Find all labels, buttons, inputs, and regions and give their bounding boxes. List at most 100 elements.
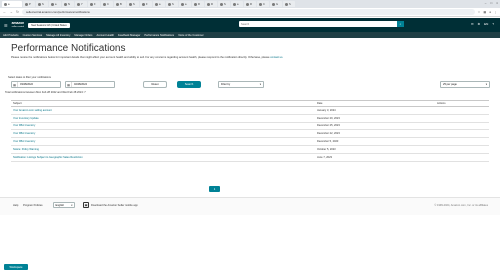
tab-favicon-icon: [194, 2, 197, 6]
workspace-button[interactable]: Workspace: [4, 264, 28, 270]
forward-icon[interactable]: →: [10, 10, 14, 14]
nav-performance-notifications[interactable]: Performance Notifications: [144, 34, 174, 37]
reset-button[interactable]: Reset: [143, 81, 167, 88]
reload-icon[interactable]: ↻: [16, 10, 19, 14]
tab-favicon-icon: [116, 2, 119, 6]
tab-label: R: [198, 2, 200, 6]
mobile-app-icon[interactable]: ▣: [83, 202, 89, 208]
tab-favicon-icon: [233, 2, 236, 6]
chevron-down-icon: ▾: [71, 203, 73, 207]
column-header-actions: Actions: [437, 102, 446, 105]
maximize-icon[interactable]: □: [490, 1, 492, 5]
address-bar[interactable]: sellercentral.amazon.com/performance/not…: [21, 9, 475, 15]
program-policies-link[interactable]: Program Policies: [23, 204, 43, 207]
search-input[interactable]: [239, 21, 397, 27]
minimize-icon[interactable]: –: [485, 1, 487, 5]
menu-icon[interactable]: ⋮: [494, 10, 497, 14]
tab-label: R: [211, 2, 213, 6]
notification-subject-link[interactable]: Notification: Listings Subject to Geogra…: [11, 156, 317, 159]
search-button[interactable]: Search: [177, 81, 201, 88]
browser-tab[interactable]: R: [244, 1, 256, 7]
notification-subject-link[interactable]: Notice: Policy Warning: [11, 148, 317, 151]
chevron-down-icon: ▾: [485, 83, 487, 86]
browser-tab[interactable]: F: [88, 1, 100, 7]
browser-tab[interactable]: a: [231, 1, 243, 7]
browser-tab[interactable]: B: [114, 1, 126, 7]
tab-favicon-icon: [168, 2, 171, 6]
nav-feedback-manager[interactable]: Feedback Manager: [118, 34, 140, 37]
nav-add-products[interactable]: Add Products: [3, 34, 19, 37]
browser-tab[interactable]: Y: [75, 1, 87, 7]
browser-tab[interactable]: N: [62, 1, 74, 7]
settings-icon[interactable]: ⚙: [477, 22, 480, 26]
browser-tab[interactable]: C: [257, 1, 269, 7]
profile-icon[interactable]: ●: [489, 10, 491, 14]
total-notifications-text: Total notifications between Mon Feb 28 2…: [5, 91, 86, 94]
notification-subject-link[interactable]: Your FBA Inventory: [11, 140, 317, 143]
notification-subject-link[interactable]: Your FBA Inventory: [11, 132, 317, 135]
tab-favicon-icon: [181, 2, 184, 6]
close-icon[interactable]: ×: [496, 1, 498, 5]
language-selector[interactable]: EN: [484, 22, 488, 26]
browser-tab[interactable]: S: [283, 1, 295, 7]
tab-label: C: [263, 2, 265, 6]
language-select[interactable]: English ▾: [53, 202, 75, 208]
nav-custom-services[interactable]: Custom Services: [23, 34, 43, 37]
back-icon[interactable]: ←: [3, 10, 7, 14]
browser-tab[interactable]: a: [49, 1, 61, 7]
tab-favicon-icon: [90, 2, 93, 6]
browser-tab[interactable]: S: [218, 1, 230, 7]
tab-favicon-icon: [246, 2, 249, 6]
browser-tab[interactable]: R: [192, 1, 204, 7]
mail-icon[interactable]: ✉: [471, 22, 474, 26]
browser-tab[interactable]: a: [179, 1, 191, 7]
mobile-app-link[interactable]: Download the Amazon Seller mobile app: [91, 204, 138, 207]
browser-tab[interactable]: S: [166, 1, 178, 7]
browser-tab[interactable]: S: [127, 1, 139, 7]
star-icon[interactable]: ☆: [478, 10, 481, 14]
tab-label: S: [172, 2, 174, 6]
pagination-page-button[interactable]: 1: [209, 186, 220, 192]
column-header-subject[interactable]: Subject: [11, 102, 317, 105]
date-from-field[interactable]: ▦ 03/28/2022: [11, 81, 61, 88]
tab-favicon-icon: [259, 2, 262, 6]
tab-label: a: [237, 2, 239, 6]
browser-tab[interactable]: C: [101, 1, 113, 7]
nav-voice-of-customer[interactable]: Voice of the Customer: [178, 34, 204, 37]
notification-date: December 29, 2023: [317, 116, 340, 120]
tab-label: G: [276, 2, 279, 6]
browser-tab[interactable]: a: [2, 1, 22, 7]
notification-subject-link[interactable]: Your Amazon.com selling account: [11, 109, 317, 112]
tab-label: F: [94, 2, 96, 6]
notification-subject-link[interactable]: Your FBA Inventory: [11, 124, 317, 127]
date-to-field[interactable]: ▦ 02/28/2024: [65, 81, 115, 88]
page-title: Performance Notifications: [11, 43, 126, 54]
browser-tab[interactable]: a: [153, 1, 165, 7]
browser-tab[interactable]: S: [36, 1, 48, 7]
help-icon[interactable]: ?: [492, 22, 494, 26]
extensions-icon[interactable]: ▦: [483, 10, 486, 14]
nav-manage-inventory[interactable]: Manage All Inventory: [46, 34, 70, 37]
store-selector[interactable]: New Seasons Gift | United States: [28, 22, 70, 28]
hamburger-menu-icon[interactable]: ☰: [4, 23, 8, 28]
browser-tab[interactable]: G: [270, 1, 282, 7]
browser-tab[interactable]: P: [23, 1, 35, 7]
table-row: Your FBA Inventory December 22, 2023: [11, 130, 489, 139]
tab-label: P: [29, 2, 31, 6]
browser-tab[interactable]: F: [140, 1, 152, 7]
tab-label: Y: [81, 2, 83, 6]
filter-by-select[interactable]: Filter by ▾: [218, 81, 264, 88]
amazon-seller-central-logo[interactable]: amazon seller central: [12, 21, 25, 28]
tab-label: S: [224, 2, 226, 6]
per-page-select[interactable]: 25 per page ▾: [440, 81, 490, 88]
search-icon[interactable]: ⌕: [397, 21, 404, 27]
browser-tab[interactable]: R: [205, 1, 217, 7]
nav-manage-orders[interactable]: Manage Orders: [74, 34, 92, 37]
help-link[interactable]: Help: [13, 204, 18, 207]
contact-us-link[interactable]: contact us.: [270, 56, 283, 59]
notification-subject-link[interactable]: Your Inventory Update: [11, 117, 317, 120]
tab-favicon-icon: [51, 2, 54, 6]
nav-account-health[interactable]: Account Health: [96, 34, 114, 37]
column-header-date[interactable]: Date: [317, 102, 437, 105]
notification-date: December 25, 2023: [317, 124, 340, 128]
